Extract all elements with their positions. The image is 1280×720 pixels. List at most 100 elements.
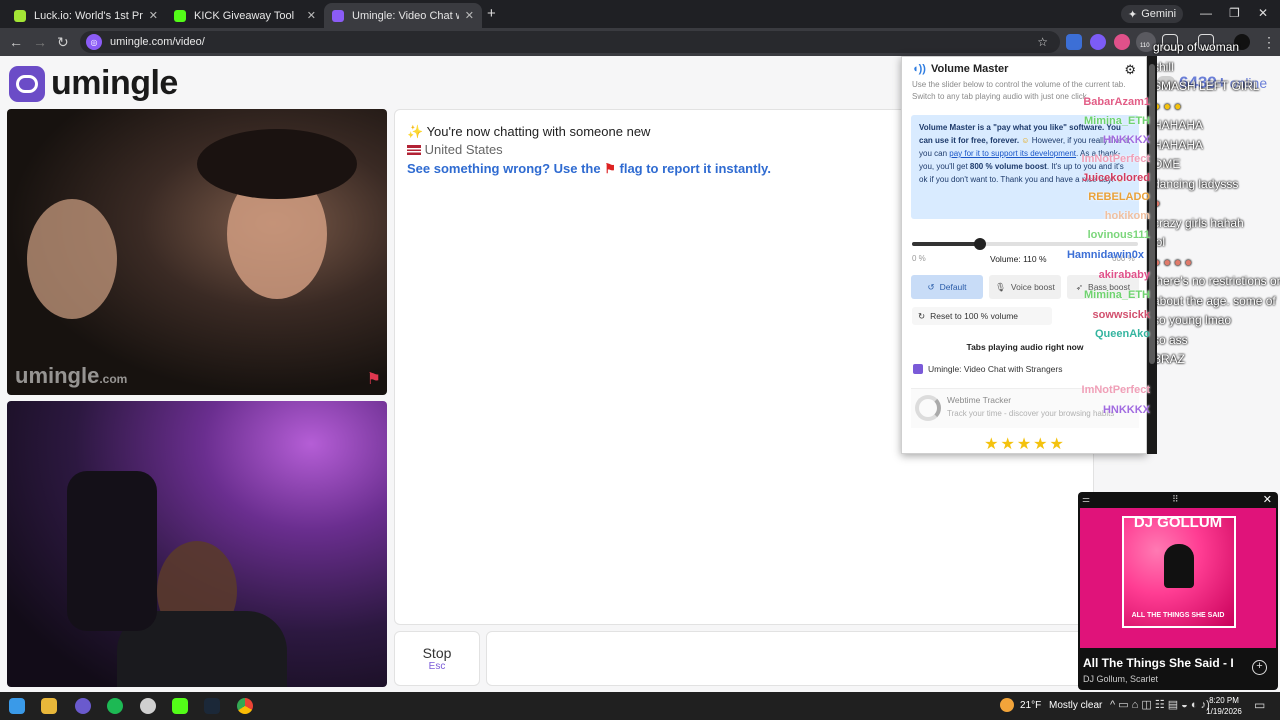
reset-label: Reset to 100 % volume [930, 311, 1019, 321]
ad-title: Webtime Tracker [947, 395, 1012, 405]
settings-sliders-icon[interactable]: ⚌ [1082, 494, 1090, 505]
chat-username: Mimina_ETH [1083, 289, 1150, 301]
default-button[interactable]: ↺ Default [911, 275, 983, 299]
browser-tab-strip: Luck.io: World's 1st Provabl ✕ KICK Give… [0, 0, 1280, 28]
extension-icon[interactable] [1090, 34, 1106, 50]
clock[interactable]: 8:20 PM 1/19/2026 [1204, 695, 1244, 717]
sparkle-icon: ✦ [1127, 8, 1138, 21]
info-bold: 800 % volume boost [969, 162, 1047, 171]
drag-handle-icon[interactable]: ⠿ [1172, 494, 1179, 505]
slider-min-label: 0 % [912, 254, 926, 263]
tab-umingle[interactable]: Umingle: Video Chat with S ✕ [324, 3, 482, 28]
album-art: DJ GOLLUM ALL THE THINGS SHE SAID [1080, 508, 1276, 648]
tabs-heading: Tabs playing audio right now [966, 342, 1084, 352]
pay-link[interactable]: pay for it to support its development [949, 149, 1076, 158]
stop-button[interactable]: Stop Esc [394, 631, 480, 686]
close-icon[interactable]: ✕ [1263, 493, 1272, 506]
bookmark-star-icon[interactable]: ☆ [1037, 35, 1048, 49]
system-tray[interactable]: ^ ▭ ⌂ ◫ ☷ ▤ ◒ ◐ ♪) [1110, 698, 1210, 711]
kick-icon [174, 9, 186, 22]
voice-boost-button[interactable]: 🎙 Voice boost [989, 275, 1061, 299]
message-input[interactable] [486, 631, 1094, 686]
chat-username: QueenAko [1094, 328, 1150, 340]
report-prefix: See something wrong? Use the [407, 161, 601, 176]
tab-kick-giveaway[interactable]: KICK Giveaway Tool ✕ [166, 3, 324, 28]
us-flag-icon [407, 145, 421, 155]
gemini-button[interactable]: ✦ Gemini [1121, 5, 1183, 23]
album-art-caption: ALL THE THINGS SHE SAID [1131, 612, 1225, 619]
notifications-icon[interactable]: ▭ [1254, 698, 1265, 712]
address-bar[interactable]: ◎ umingle.com/video/ ☆ [80, 31, 1060, 53]
watermark-suffix: .com [99, 372, 128, 386]
volume-slider[interactable] [912, 238, 1138, 250]
emote-row: ● ● ● ● [1153, 254, 1192, 269]
site-logo[interactable]: umingle [9, 64, 178, 103]
chat-message: about the age. some of [1153, 293, 1276, 308]
chat-message: so young lmao [1153, 313, 1232, 327]
face [27, 199, 117, 319]
site-info-icon[interactable]: ◎ [86, 34, 102, 50]
close-icon[interactable]: ✕ [307, 9, 316, 22]
chat-message: lol [1153, 235, 1166, 249]
discord-icon[interactable] [75, 698, 91, 714]
country-line: United States [407, 142, 503, 157]
chat-message: group of woman [1153, 40, 1240, 54]
new-tab-button[interactable]: + [487, 5, 496, 22]
minimize-icon[interactable]: — [1200, 6, 1212, 20]
album-figure [1164, 544, 1194, 588]
gear-icon[interactable]: ⚙ [1124, 62, 1136, 78]
close-window-icon[interactable]: ✕ [1258, 6, 1268, 20]
spotify-icon[interactable] [107, 698, 123, 714]
clock-time: 8:20 PM [1209, 696, 1239, 705]
file-explorer-icon[interactable] [41, 698, 57, 714]
audio-tab-item[interactable]: Umingle: Video Chat with Strangers [913, 364, 1063, 374]
umingle-watermark: umingle.com [15, 363, 127, 389]
chat-username: Juicekolored [1082, 172, 1150, 184]
chat-message: shill [1153, 59, 1174, 74]
weather-widget[interactable]: 21°F Mostly clear [1020, 700, 1102, 711]
sparkle-icon: ✨ [407, 124, 424, 139]
rating-stars[interactable]: ★★★★★ [902, 434, 1146, 453]
slider-fill [912, 242, 980, 246]
ad-subtitle: Track your time - discover your browsing… [947, 409, 1115, 418]
steam-icon[interactable] [204, 698, 220, 714]
forward-icon[interactable]: → [33, 34, 47, 50]
track-artist: DJ Gollum, Scarlet [1083, 674, 1159, 684]
voice-label: Voice boost [1010, 282, 1055, 292]
logo-text: umingle [51, 64, 178, 102]
volume-readout: Volume: 110 % [990, 254, 1047, 264]
rocket-icon: ➶ [1075, 281, 1084, 292]
popup-title-text: Volume Master [930, 63, 1009, 75]
close-icon[interactable]: ✕ [149, 9, 158, 22]
tab-label: Umingle: Video Chat with S [352, 9, 459, 22]
chat-message: dancing ladysss [1153, 176, 1239, 191]
windows-start-icon[interactable] [9, 698, 25, 714]
reload-icon[interactable]: ↻ [57, 34, 69, 51]
mini-music-player: ⚌ ⠿ ✕ DJ GOLLUM ALL THE THINGS SHE SAID … [1078, 492, 1278, 690]
kick-icon[interactable] [172, 698, 188, 714]
report-flag-icon[interactable]: ⚑ [367, 369, 381, 389]
chrome-icon[interactable] [237, 698, 253, 714]
pay-info-box: Volume Master is a "pay what you like" s… [911, 115, 1139, 219]
close-icon[interactable]: ✕ [465, 9, 474, 22]
emote-row: ● ● ● [1153, 98, 1182, 113]
extension-icon[interactable] [1066, 34, 1082, 50]
tab-luckio[interactable]: Luck.io: World's 1st Provabl ✕ [6, 3, 166, 28]
back-icon[interactable]: ← [9, 34, 23, 50]
obs-icon[interactable] [140, 698, 156, 714]
umingle-icon [913, 364, 923, 374]
extension-badge: 110 [1140, 43, 1150, 49]
chat-username: ImNotPerfect [1081, 153, 1150, 165]
chair [67, 471, 157, 631]
temperature: 21°F [1020, 700, 1042, 711]
add-to-library-button[interactable]: + [1252, 660, 1267, 675]
slider-handle[interactable] [973, 238, 986, 250]
self-video [7, 401, 387, 687]
chat-message: SMASH LEFT GIRL [1153, 79, 1260, 93]
maximize-icon[interactable]: ❐ [1229, 6, 1240, 20]
chat-username: ImNotPerfect [1081, 384, 1150, 396]
reset-volume-button[interactable]: ↻ Reset to 100 % volume [912, 307, 1052, 325]
chat-bubble-icon [9, 65, 45, 102]
extension-icon[interactable] [1114, 34, 1130, 50]
luckio-icon [14, 9, 26, 22]
